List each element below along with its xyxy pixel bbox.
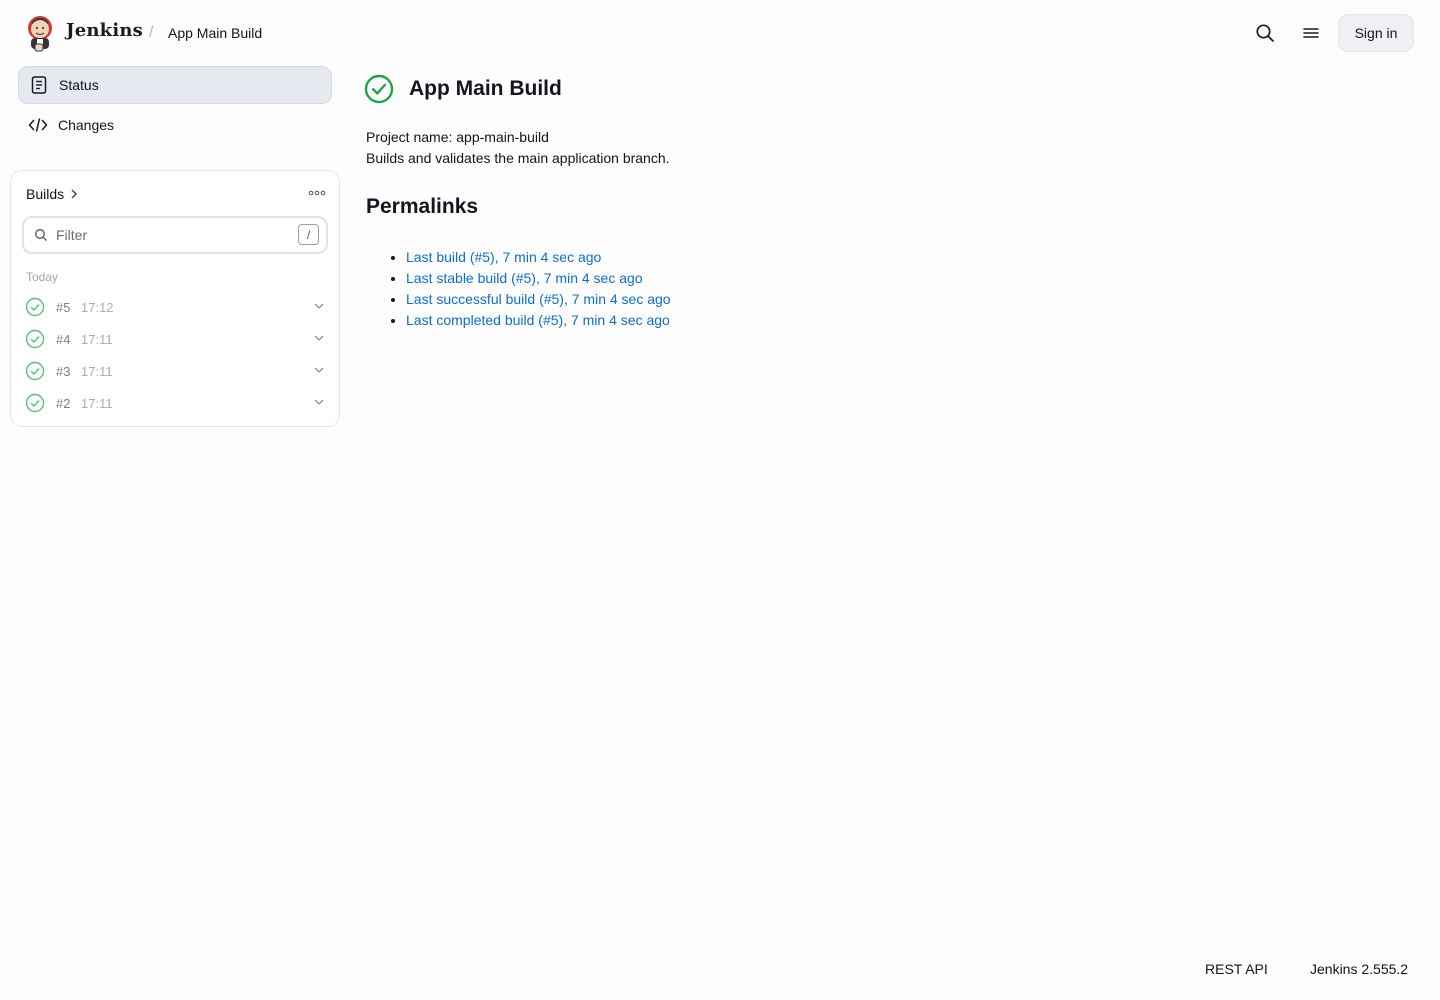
build-number[interactable]: #4 [56, 332, 80, 347]
chevron-down-icon[interactable] [313, 396, 325, 408]
sidebar-item-label: Changes [58, 117, 115, 133]
filter-input[interactable] [56, 227, 276, 243]
code-icon [18, 117, 58, 133]
build-row[interactable]: #2 17:11 [25, 390, 325, 416]
builds-title-link[interactable]: Builds [26, 186, 78, 202]
permalink-last-completed-build[interactable]: Last completed build (#5), 7 min 4 sec a… [406, 312, 670, 328]
builds-panel: Builds / Today #5 17:12 #4 17:11 #3 17:1… [10, 170, 340, 427]
list-item: Last successful build (#5), 7 min 4 sec … [406, 290, 671, 311]
build-number[interactable]: #3 [56, 364, 80, 379]
search-icon[interactable] [1253, 21, 1277, 45]
page-title: App Main Build [409, 77, 562, 100]
build-time: 17:12 [81, 299, 114, 315]
success-icon [25, 361, 45, 381]
success-icon [25, 297, 45, 317]
version-link[interactable]: Jenkins 2.555.2 [1310, 961, 1408, 977]
brand-name[interactable]: Jenkins [66, 20, 143, 41]
project-description: Builds and validates the main applicatio… [366, 150, 670, 166]
list-item: Last stable build (#5), 7 min 4 sec ago [406, 269, 671, 290]
build-row[interactable]: #3 17:11 [25, 358, 325, 384]
permalinks-list: Last build (#5), 7 min 4 sec ago Last st… [406, 248, 671, 332]
rest-api-link[interactable]: REST API [1205, 961, 1268, 977]
list-item: Last build (#5), 7 min 4 sec ago [406, 248, 671, 269]
top-header: Jenkins / App Main Build Sign in [0, 0, 1440, 66]
chevron-down-icon[interactable] [313, 300, 325, 312]
builds-title: Builds [26, 186, 65, 202]
breadcrumb-item-project[interactable]: App Main Build [168, 25, 262, 41]
build-number[interactable]: #5 [56, 300, 80, 315]
build-number[interactable]: #2 [56, 396, 80, 411]
jenkins-logo[interactable] [25, 14, 55, 52]
build-time: 17:11 [81, 331, 113, 347]
menu-icon[interactable] [1299, 21, 1323, 45]
builds-filter: / [22, 216, 328, 254]
chevron-right-icon [71, 189, 78, 199]
build-time: 17:11 [81, 395, 113, 411]
search-icon [34, 228, 48, 242]
build-group-label: Today [26, 270, 59, 284]
list-item: Last completed build (#5), 7 min 4 sec a… [406, 311, 671, 332]
permalink-last-successful-build[interactable]: Last successful build (#5), 7 min 4 sec … [406, 291, 671, 307]
success-icon [25, 393, 45, 413]
page-header: App Main Build [364, 74, 562, 104]
chevron-down-icon[interactable] [313, 364, 325, 376]
build-time: 17:11 [81, 363, 113, 379]
permalink-last-build[interactable]: Last build (#5), 7 min 4 sec ago [406, 249, 601, 265]
success-icon [25, 329, 45, 349]
build-row[interactable]: #5 17:12 [25, 294, 325, 320]
sign-in-button[interactable]: Sign in [1338, 14, 1414, 52]
sidebar-item-label: Status [59, 77, 99, 93]
permalinks-heading: Permalinks [366, 195, 479, 218]
project-name: Project name: app-main-build [366, 129, 549, 145]
success-icon [364, 74, 394, 104]
permalink-last-stable-build[interactable]: Last stable build (#5), 7 min 4 sec ago [406, 270, 643, 286]
sidebar-item-status[interactable]: Status [18, 66, 332, 104]
build-row[interactable]: #4 17:11 [25, 326, 325, 352]
chevron-down-icon[interactable] [313, 332, 325, 344]
sidebar-item-changes[interactable]: Changes [18, 106, 332, 144]
breadcrumb-separator: / [149, 24, 154, 41]
keyboard-shortcut-hint: / [298, 224, 319, 245]
document-icon [19, 76, 59, 94]
more-options-icon[interactable] [307, 185, 327, 201]
